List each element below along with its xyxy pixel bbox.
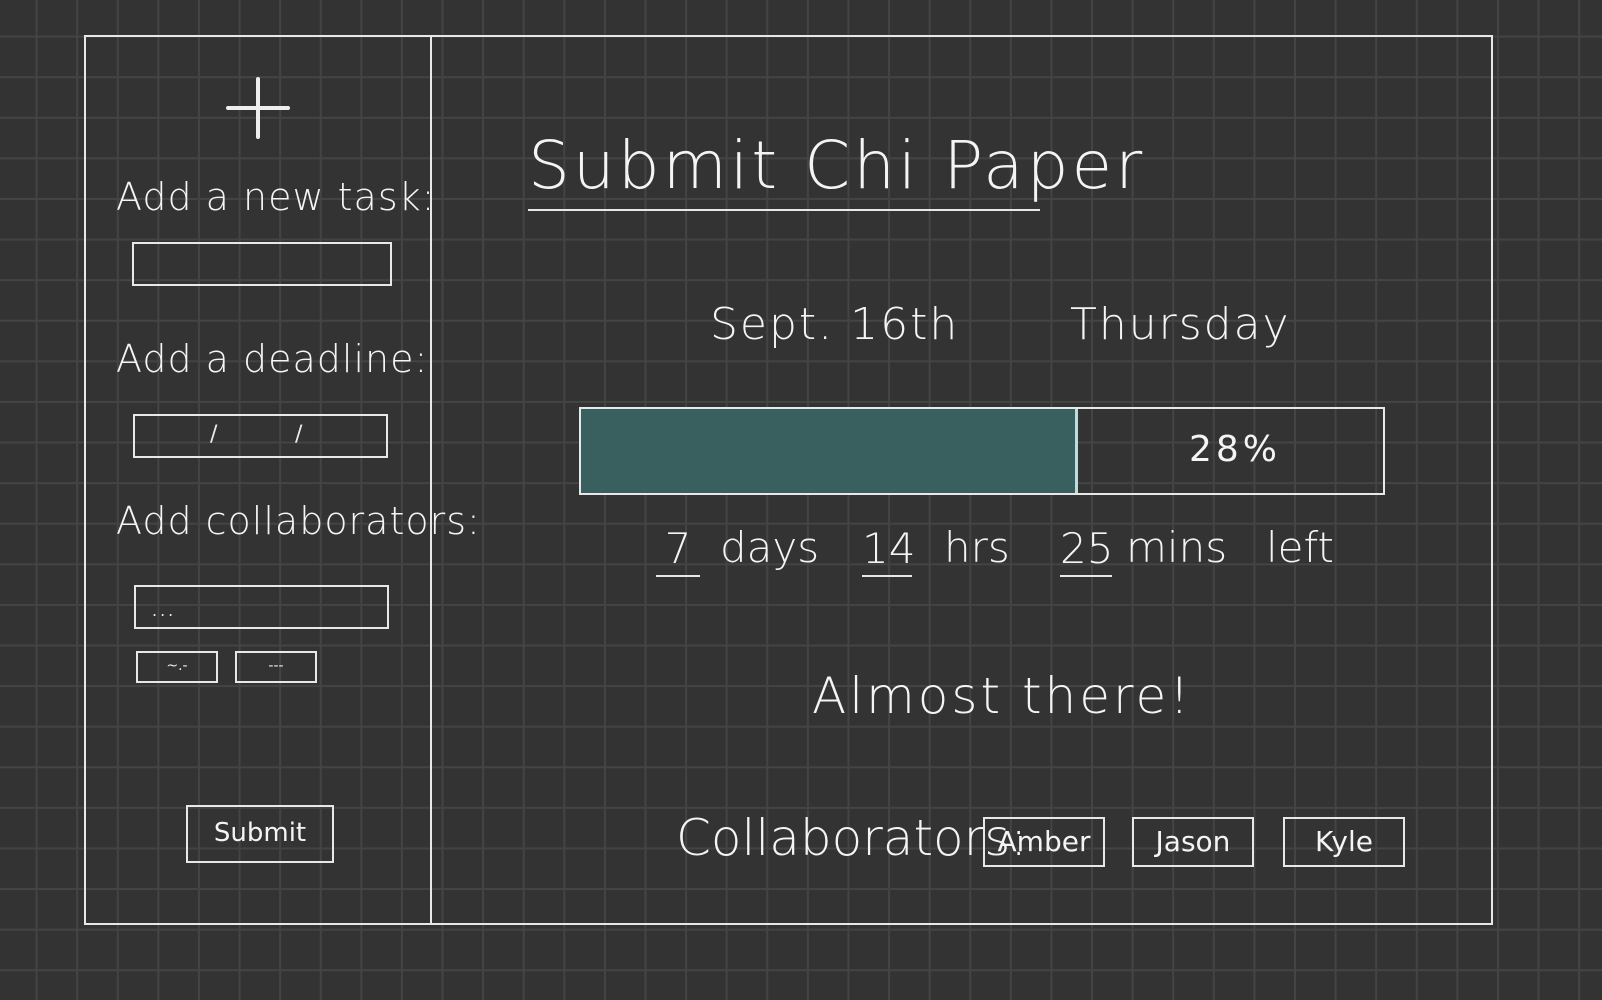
deadline-weekday: Thursday [1070, 299, 1291, 350]
deadline-label: Add a deadline: [116, 337, 429, 381]
deadline-date: Sept. 16th [710, 299, 960, 350]
progress-bar: 28% [579, 407, 1385, 495]
collaborators-input[interactable]: ... [134, 585, 389, 629]
new-task-label: Add a new task: [116, 175, 436, 219]
progress-percent: 28% [1189, 429, 1282, 470]
progress-bar-fill [581, 409, 1079, 493]
countdown-days-unit: days [720, 523, 820, 572]
submit-button[interactable]: Submit [186, 805, 334, 863]
countdown-minutes: 25 [1060, 523, 1113, 577]
deadline-input[interactable]: / / [133, 414, 388, 458]
add-task-plus-icon[interactable] [226, 77, 290, 139]
countdown-minutes-unit: mins [1126, 523, 1228, 572]
countdown-hours: 14 [862, 523, 915, 577]
collaborators-heading: Collaborators: [676, 809, 1028, 867]
collaborator-chip-input[interactable]: ~.- [136, 651, 218, 683]
collaborators-label: Add collaborators: [116, 499, 481, 543]
new-task-input[interactable] [132, 242, 392, 286]
sidebar: Add a new task: Add a deadline: / / Add … [86, 37, 480, 923]
app-frame: Add a new task: Add a deadline: / / Add … [84, 35, 1493, 925]
task-title: Submit Chi Paper [528, 125, 1142, 211]
countdown-hours-unit: hrs [944, 523, 1010, 572]
collaborator-chip-input[interactable]: --- [235, 651, 317, 683]
collaborator-chip[interactable]: Jason [1132, 817, 1254, 867]
countdown-suffix: left [1266, 523, 1335, 572]
collaborator-chip[interactable]: Kyle [1283, 817, 1405, 867]
countdown-days: 7 [656, 523, 700, 577]
collaborator-chip[interactable]: Amber [983, 817, 1105, 867]
status-message: Almost there! [812, 667, 1193, 725]
date-separator: / [295, 422, 303, 447]
date-separator: / [210, 422, 218, 447]
